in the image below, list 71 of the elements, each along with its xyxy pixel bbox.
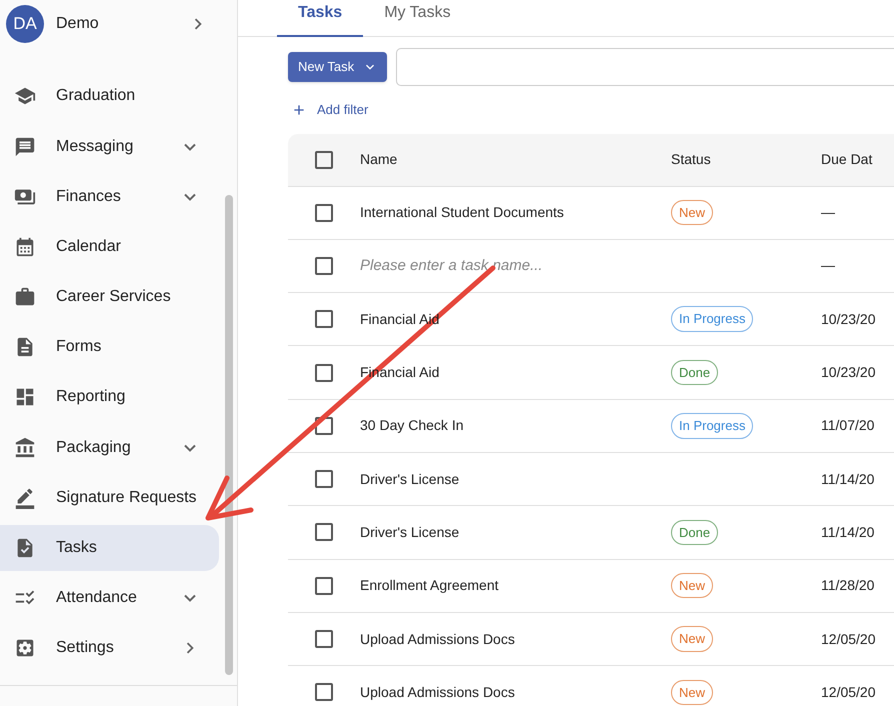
due-date: 12/05/20 xyxy=(821,682,876,702)
checkbox[interactable] xyxy=(315,630,333,648)
sidebar-item[interactable]: Forms xyxy=(0,324,219,371)
status-badge: Done xyxy=(671,520,718,546)
due-date: — xyxy=(821,203,835,222)
checkbox[interactable] xyxy=(315,683,333,702)
due-date: 11/28/20 xyxy=(821,576,874,596)
sidebar-item[interactable]: Career Services xyxy=(0,274,219,321)
tab[interactable]: Tasks xyxy=(277,0,364,37)
avatar: DA xyxy=(6,5,44,43)
scrollbar-thumb[interactable] xyxy=(225,195,233,675)
task-name: Driver's License xyxy=(360,524,460,540)
status-badge: New xyxy=(671,572,714,598)
task-name: Enrollment Agreement xyxy=(360,577,499,594)
status-badge: New xyxy=(671,680,714,706)
expand-icon xyxy=(184,594,196,602)
bank-icon xyxy=(14,436,36,459)
checkbox[interactable] xyxy=(315,310,333,328)
expand-icon xyxy=(184,142,196,151)
search-field[interactable] xyxy=(396,48,894,86)
tab[interactable]: My Tasks xyxy=(363,0,472,37)
checkbox[interactable] xyxy=(315,256,333,275)
add-filter-link[interactable]: Add filter xyxy=(291,100,368,120)
sidebar-item[interactable]: Finances xyxy=(0,173,219,220)
sidebar-item[interactable]: Settings xyxy=(0,624,219,672)
checkbox[interactable] xyxy=(315,416,333,435)
settings-icon xyxy=(14,637,36,660)
checkbox[interactable] xyxy=(315,576,333,595)
status-badge: New xyxy=(671,200,714,226)
status-badge: In Progress xyxy=(671,413,754,439)
expand-icon xyxy=(184,192,196,201)
task-name: International Student Documents xyxy=(360,204,564,220)
sidebar-item[interactable]: Messaging xyxy=(0,123,219,170)
dashboard-icon xyxy=(14,386,36,408)
checkbox[interactable] xyxy=(315,523,333,542)
checkbox[interactable] xyxy=(315,470,333,488)
due-date: 11/14/20 xyxy=(821,470,874,489)
sidebar-item[interactable]: Packaging xyxy=(0,424,219,472)
column-header[interactable]: Due Dat xyxy=(821,149,872,170)
status-badge: In Progress xyxy=(671,306,754,332)
sidebar-item[interactable]: Reporting xyxy=(0,374,219,421)
task-name: Upload Admissions Docs xyxy=(360,684,515,700)
user-name: Demo xyxy=(56,14,100,34)
calendar-icon xyxy=(14,236,36,258)
status-badge: Done xyxy=(671,360,718,386)
checkbox[interactable] xyxy=(315,364,333,382)
sidebar-item[interactable]: Signature Requests xyxy=(0,474,219,522)
due-date: — xyxy=(821,256,835,276)
due-date: 10/23/20 xyxy=(821,363,876,382)
message-icon xyxy=(14,136,36,158)
column-header[interactable]: Status xyxy=(671,149,821,170)
due-date: 11/14/20 xyxy=(821,522,874,542)
due-date: 11/07/20 xyxy=(821,416,874,436)
task-name: Driver's License xyxy=(360,470,460,487)
new-task-button[interactable]: New Task xyxy=(288,52,387,82)
task-name-input[interactable]: Please enter a task name... xyxy=(360,254,671,278)
sidebar-item[interactable]: Attendance xyxy=(0,574,219,622)
sidebar-item[interactable]: Tasks xyxy=(0,524,219,572)
task-name: 30 Day Check In xyxy=(360,417,464,434)
pen-icon xyxy=(14,486,36,509)
checkbox[interactable] xyxy=(315,204,333,222)
expand-icon xyxy=(184,444,196,452)
status-badge: New xyxy=(671,626,714,652)
checkbox[interactable] xyxy=(315,150,333,168)
sidebar-item[interactable]: Graduation xyxy=(0,73,219,120)
briefcase-icon xyxy=(14,286,36,308)
due-date: 12/05/20 xyxy=(821,630,876,649)
sidebar-item[interactable]: Calendar xyxy=(0,224,219,270)
task-name: Upload Admissions Docs xyxy=(360,630,515,647)
due-date: 10/23/20 xyxy=(821,310,876,329)
column-header[interactable]: Name xyxy=(360,149,671,170)
